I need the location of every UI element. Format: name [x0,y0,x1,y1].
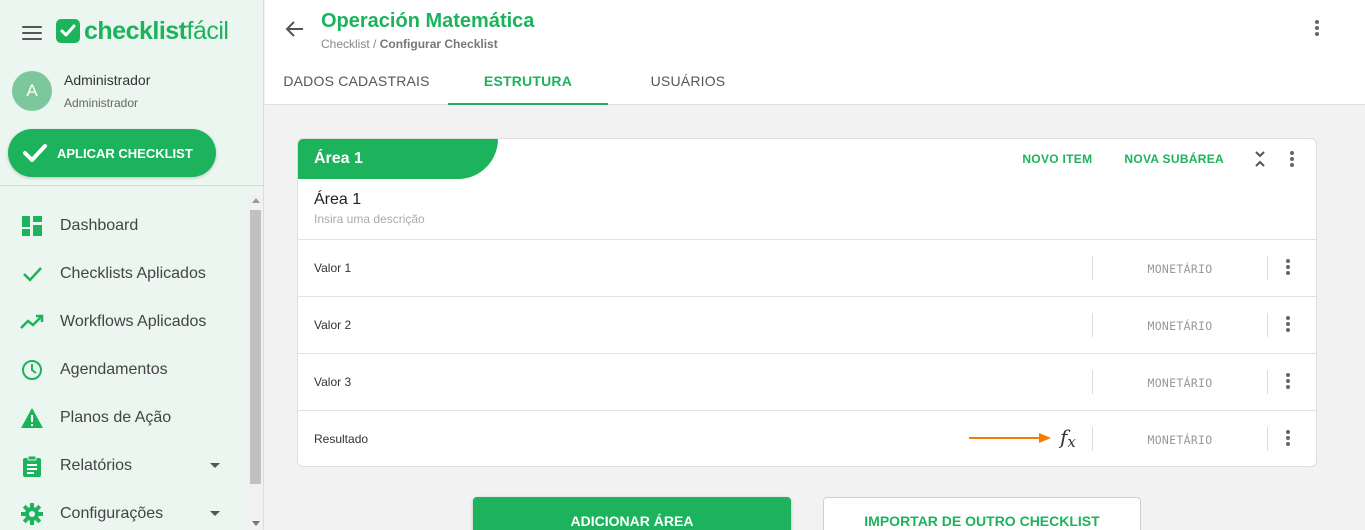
area-card: Área 1 NOVO ITEM NOVA SUBÁREA Área 1 Ins… [297,138,1317,467]
sidebar-item-label: Checklists Aplicados [60,265,206,282]
area-more-icon[interactable] [1290,149,1298,169]
sidebar-item-dashboard[interactable]: Dashboard [0,202,248,250]
new-item-button[interactable]: NOVO ITEM [1022,152,1092,166]
item-row[interactable]: Valor 3 MONETÁRIO [298,353,1316,410]
sidebar-nav: Dashboard Checklists Aplicados Workflows… [0,202,248,530]
chevron-down-icon [210,511,220,516]
area-name[interactable]: Área 1 [314,191,361,209]
brand-logo[interactable]: checklistfácil [56,16,229,45]
item-label: Valor 1 [314,261,352,275]
sidebar-item-label: Relatórios [60,457,133,474]
scrollbar-thumb[interactable] [250,210,261,484]
page-title: Operación Matemática [321,10,535,32]
item-row[interactable]: Resultado fx MONETÁRIO [298,410,1316,466]
dashboard-icon [20,214,44,238]
clock-icon [20,358,44,382]
item-more-icon[interactable] [1284,373,1292,393]
trending-icon [20,310,44,334]
sidebar-scrollbar[interactable] [248,194,263,530]
sidebar: checklistfácil A Administrador Administr… [0,0,264,530]
item-label: Valor 2 [314,318,352,332]
item-row[interactable]: Valor 2 MONETÁRIO [298,296,1316,353]
user-name: Administrador [64,72,151,88]
apply-checklist-button[interactable]: APLICAR CHECKLIST [8,129,216,177]
divider [1092,256,1093,280]
divider [1267,256,1268,280]
item-more-icon[interactable] [1284,430,1292,450]
scroll-up-icon[interactable] [252,198,260,203]
annotation-arrow-icon [969,433,1051,443]
page-header: Operación Matemática Checklist / Configu… [265,0,1365,105]
sidebar-item-relatorios[interactable]: Relatórios [0,442,248,490]
back-arrow-icon[interactable] [285,19,305,39]
sidebar-item-checklists-aplicados[interactable]: Checklists Aplicados [0,250,248,298]
item-row[interactable]: Valor 1 MONETÁRIO [298,239,1316,296]
avatar[interactable]: A [12,71,52,111]
item-type-badge[interactable]: MONETÁRIO [1120,433,1240,447]
scroll-down-icon[interactable] [252,521,260,526]
sidebar-item-label: Dashboard [60,217,139,234]
sidebar-item-label: Planos de Ação [60,409,172,426]
sidebar-item-agendamentos[interactable]: Agendamentos [0,346,248,394]
apply-checklist-label: APLICAR CHECKLIST [57,145,193,161]
breadcrumb-parent[interactable]: Checklist [321,37,370,51]
check-icon [20,262,44,286]
sidebar-item-workflows-aplicados[interactable]: Workflows Aplicados [0,298,248,346]
sidebar-item-label: Configurações [60,505,164,522]
item-type-badge[interactable]: MONETÁRIO [1120,376,1240,390]
item-label: Valor 3 [314,375,352,389]
clipboard-icon [20,454,44,478]
collapse-icon[interactable] [1250,149,1270,169]
divider [0,185,264,186]
logo-check-icon [56,19,80,43]
divider [1092,427,1093,451]
sidebar-item-label: Agendamentos [60,361,168,378]
new-subarea-button[interactable]: NOVA SUBÁREA [1124,152,1224,166]
item-more-icon[interactable] [1284,316,1292,336]
item-type-badge[interactable]: MONETÁRIO [1120,262,1240,276]
area-actions: NOVO ITEM NOVA SUBÁREA [1022,139,1316,179]
more-vert-icon[interactable] [1313,20,1321,40]
user-role: Administrador [64,96,139,110]
item-label: Resultado [314,432,369,446]
breadcrumb-current: Configurar Checklist [379,37,498,51]
formula-fx-icon[interactable]: fx [1060,425,1076,451]
breadcrumb: Checklist / Configurar Checklist [321,37,498,51]
tab-usuarios[interactable]: USUÁRIOS [608,56,768,105]
tab-bar: DADOS CADASTRAIS ESTRUTURA USUÁRIOS [265,56,768,105]
divider [1092,370,1093,394]
area-description-input[interactable]: Insira uma descrição [314,212,425,226]
sidebar-item-label: Workflows Aplicados [60,313,207,330]
area-tag: Área 1 [298,139,498,179]
divider [1092,313,1093,337]
gear-icon [20,502,44,526]
check-icon [23,144,47,162]
import-checklist-button[interactable]: IMPORTAR DE OUTRO CHECKLIST [823,497,1141,530]
divider [1267,370,1268,394]
tab-dados-cadastrais[interactable]: DADOS CADASTRAIS [265,56,448,105]
divider [1267,427,1268,451]
divider [1267,313,1268,337]
item-more-icon[interactable] [1284,259,1292,279]
warning-icon [20,406,44,430]
logo-text: checklistfácil [84,16,229,45]
sidebar-item-configuracoes[interactable]: Configurações [0,490,248,530]
breadcrumb-separator: / [369,37,380,51]
add-area-button[interactable]: ADICIONAR ÁREA [473,497,791,530]
sidebar-item-planos-de-acao[interactable]: Planos de Ação [0,394,248,442]
menu-icon[interactable] [22,26,42,40]
item-type-badge[interactable]: MONETÁRIO [1120,319,1240,333]
tab-estrutura[interactable]: ESTRUTURA [448,56,608,105]
chevron-down-icon [210,463,220,468]
